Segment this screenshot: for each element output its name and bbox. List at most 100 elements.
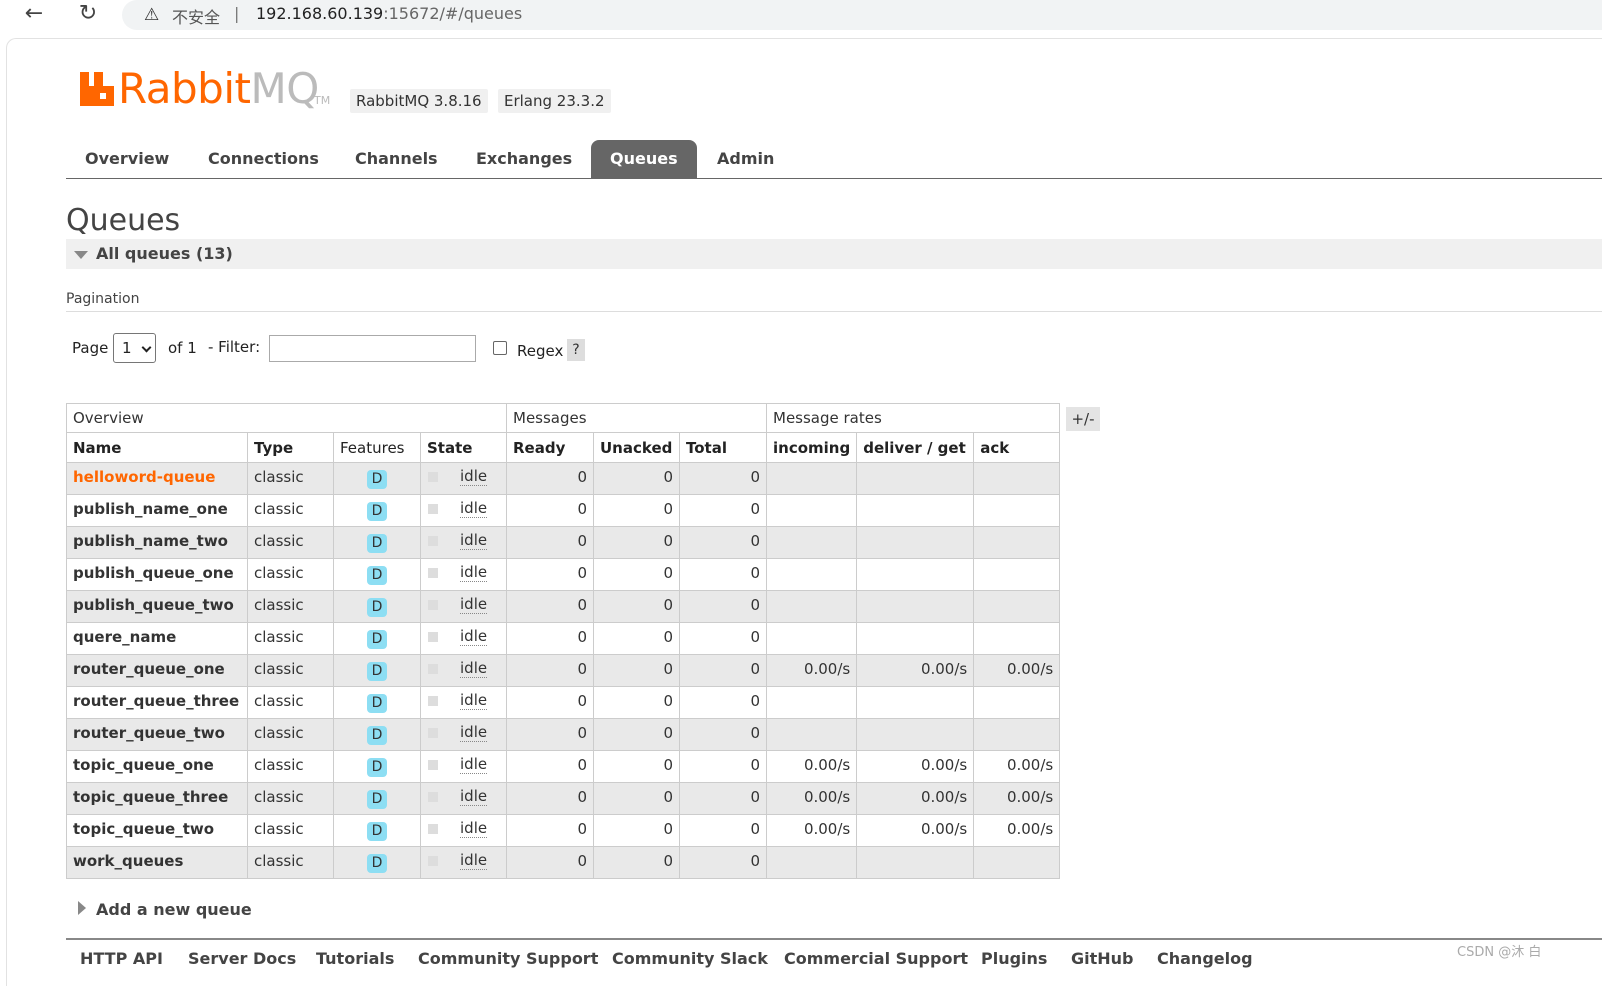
total-count: 0 — [679, 526, 767, 559]
queue-state: idle — [420, 814, 507, 847]
incoming-rate — [765, 686, 858, 719]
arrow-left-icon[interactable]: ← — [20, 2, 48, 28]
deliver-get-rate — [856, 846, 975, 879]
column-header-ack[interactable]: ack — [973, 432, 1061, 463]
state-indicator-icon — [428, 472, 438, 482]
ready-count: 0 — [506, 558, 594, 591]
state-indicator-icon — [428, 568, 438, 578]
incoming-rate — [765, 526, 858, 559]
state-indicator-icon — [428, 664, 438, 674]
total-count: 0 — [679, 686, 767, 719]
browser-toolbar: ← ↻ ⚠ 不安全 | 192.168.60.139:15672/#/queue… — [0, 0, 1602, 32]
regex-checkbox[interactable] — [493, 341, 507, 355]
page-label: Page — [72, 339, 109, 357]
ready-count: 0 — [506, 814, 594, 847]
tab-exchanges[interactable]: Exchanges — [457, 140, 591, 178]
column-header-unacked[interactable]: Unacked — [593, 432, 680, 463]
queue-name-link[interactable]: publish_queue_two — [66, 590, 248, 623]
queue-name-link[interactable]: router_queue_one — [66, 654, 248, 687]
total-count: 0 — [679, 814, 767, 847]
all-queues-section-toggle[interactable]: All queues (13) — [66, 239, 1602, 269]
state-label: idle — [460, 755, 488, 774]
queue-name-link[interactable]: helloword-queue — [66, 462, 248, 495]
state-indicator-icon — [428, 728, 438, 738]
footer-link-tutorials[interactable]: Tutorials — [316, 949, 394, 968]
address-bar[interactable]: ⚠ 不安全 | 192.168.60.139:15672/#/queues — [122, 0, 1602, 30]
queue-state: idle — [420, 686, 507, 719]
queue-rows: helloword-queue classic Didle 0 0 0 publish_na… — [66, 462, 1061, 879]
incoming-rate — [765, 590, 858, 623]
ready-count: 0 — [506, 494, 594, 527]
tab-admin[interactable]: Admin — [698, 140, 793, 178]
ack-rate — [973, 558, 1061, 591]
state-indicator-icon — [428, 696, 438, 706]
total-count: 0 — [679, 654, 767, 687]
queue-type: classic — [247, 558, 334, 591]
footer-link-github[interactable]: GitHub — [1071, 949, 1134, 968]
column-header-state[interactable]: State — [420, 432, 507, 463]
footer-link-community-support[interactable]: Community Support — [418, 949, 598, 968]
column-header-incoming[interactable]: incoming — [765, 432, 858, 463]
state-label: idle — [460, 723, 488, 742]
add-new-queue-toggle[interactable]: Add a new queue — [96, 900, 252, 919]
state-label: idle — [460, 819, 488, 838]
reload-icon[interactable]: ↻ — [74, 2, 102, 28]
state-indicator-icon — [428, 856, 438, 866]
filter-input[interactable] — [269, 335, 476, 362]
incoming-rate — [765, 846, 858, 879]
column-header-name[interactable]: Name — [66, 432, 248, 463]
queue-state: idle — [420, 782, 507, 815]
queue-type: classic — [247, 622, 334, 655]
incoming-rate: 0.00/s — [765, 750, 858, 783]
footer-link-plugins[interactable]: Plugins — [981, 949, 1047, 968]
queue-name-link[interactable]: topic_queue_one — [66, 750, 248, 783]
url-text[interactable]: 192.168.60.139:15672/#/queues — [256, 4, 522, 23]
queue-type: classic — [247, 686, 334, 719]
queue-name-link[interactable]: router_queue_three — [66, 686, 248, 719]
state-label: idle — [460, 499, 488, 518]
ready-count: 0 — [506, 462, 594, 495]
table-row: helloword-queue classic Didle 0 0 0 — [66, 462, 1061, 495]
queue-name-link[interactable]: topic_queue_two — [66, 814, 248, 847]
ack-rate: 0.00/s — [973, 750, 1061, 783]
security-warning[interactable]: 不安全 — [172, 4, 220, 28]
tab-connections[interactable]: Connections — [189, 140, 338, 178]
queue-name-link[interactable]: publish_name_two — [66, 526, 248, 559]
queue-name-link[interactable]: quere_name — [66, 622, 248, 655]
tab-overview[interactable]: Overview — [66, 140, 188, 178]
deliver-get-rate: 0.00/s — [856, 654, 975, 687]
queue-name-link[interactable]: publish_queue_one — [66, 558, 248, 591]
deliver-get-rate — [856, 590, 975, 623]
column-header-total[interactable]: Total — [679, 432, 767, 463]
page-select[interactable]: 1 — [113, 333, 156, 363]
queue-name-link[interactable]: publish_name_one — [66, 494, 248, 527]
queue-name-link[interactable]: work_queues — [66, 846, 248, 879]
queue-name-link[interactable]: topic_queue_three — [66, 782, 248, 815]
column-header-deliver-get[interactable]: deliver / get — [856, 432, 975, 463]
regex-help-button[interactable]: ? — [567, 339, 585, 361]
footer-link-changelog[interactable]: Changelog — [1157, 949, 1253, 968]
ready-count: 0 — [506, 718, 594, 751]
tab-queues[interactable]: Queues — [591, 140, 697, 178]
durable-badge: D — [367, 694, 387, 713]
footer-link-commercial-support[interactable]: Commercial Support — [784, 949, 968, 968]
total-count: 0 — [679, 590, 767, 623]
footer-link-server-docs[interactable]: Server Docs — [188, 949, 296, 968]
state-label: idle — [460, 659, 488, 678]
toggle-columns-button[interactable]: +/- — [1066, 407, 1100, 431]
column-header-type[interactable]: Type — [247, 432, 334, 463]
state-label: idle — [460, 595, 488, 614]
deliver-get-rate — [856, 718, 975, 751]
state-indicator-icon — [428, 600, 438, 610]
unacked-count: 0 — [593, 686, 680, 719]
footer-link-community-slack[interactable]: Community Slack — [612, 949, 768, 968]
footer-link-http-api[interactable]: HTTP API — [80, 949, 163, 968]
column-header-ready[interactable]: Ready — [506, 432, 594, 463]
tab-channels[interactable]: Channels — [336, 140, 457, 178]
durable-badge: D — [367, 534, 387, 553]
ack-rate — [973, 718, 1061, 751]
queue-state: idle — [420, 846, 507, 879]
queue-name-link[interactable]: router_queue_two — [66, 718, 248, 751]
table-row: router_queue_three classic Didle 0 0 0 — [66, 686, 1061, 719]
table-row: work_queues classic Didle 0 0 0 — [66, 846, 1061, 879]
